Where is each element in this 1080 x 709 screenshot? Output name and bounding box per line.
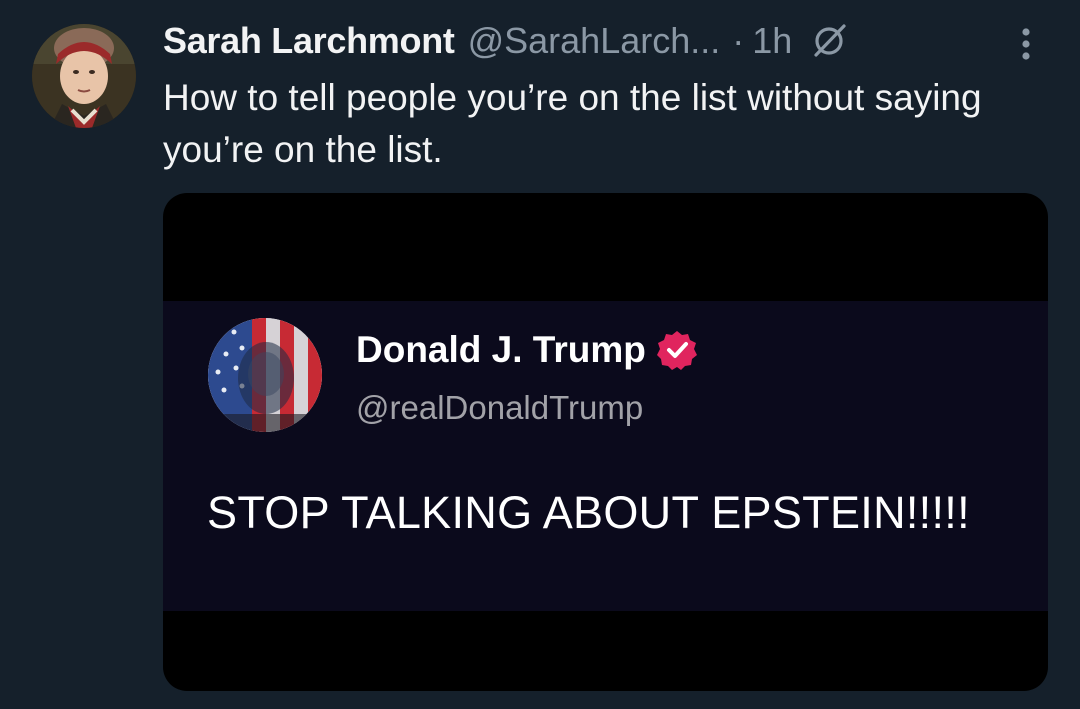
embedded-post-text: STOP TALKING ABOUT EPSTEIN!!!!! [207, 487, 970, 538]
timestamp[interactable]: 1h [752, 20, 792, 62]
tweet-media[interactable]: Donald J. Trump @realDonaldTrump STOP TA… [163, 193, 1048, 691]
tweet-header: Sarah Larchmont @SarahLarch... · 1h [163, 18, 848, 64]
author-handle[interactable]: @SarahLarch... [468, 20, 721, 62]
separator-dot: · [732, 20, 745, 61]
embedded-avatar [208, 318, 322, 432]
grok-icon[interactable] [810, 22, 848, 60]
tweet-text: How to tell people you’re on the list wi… [163, 77, 982, 170]
embedded-post-screenshot: Donald J. Trump @realDonaldTrump STOP TA… [163, 301, 1048, 611]
embedded-author-row: Donald J. Trump [356, 329, 698, 371]
embedded-author-handle: @realDonaldTrump [356, 389, 644, 426]
embedded-author-name: Donald J. Trump [356, 329, 646, 370]
author-avatar[interactable] [32, 24, 136, 128]
author-name[interactable]: Sarah Larchmont [163, 20, 455, 62]
verified-badge-icon [656, 329, 698, 371]
more-options-icon[interactable] [1012, 24, 1040, 64]
